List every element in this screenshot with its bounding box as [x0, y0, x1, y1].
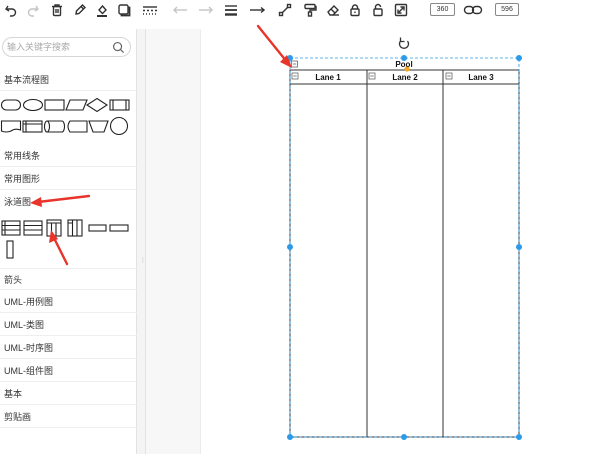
- rectangle-shape[interactable]: [44, 99, 65, 111]
- fill-color-icon[interactable]: [93, 2, 111, 18]
- section-common-shapes[interactable]: 常用图形: [0, 168, 137, 190]
- parallelogram-shape[interactable]: [65, 99, 88, 111]
- section-label: 常用图形: [4, 174, 41, 184]
- section-label: UML-用例图: [4, 297, 53, 307]
- section-label: 基本: [4, 389, 23, 399]
- rotate-input[interactable]: 360: [430, 3, 455, 16]
- horizontal-pool-shape[interactable]: [1, 220, 21, 236]
- section-uml-class[interactable]: UML-类图: [0, 314, 137, 336]
- waypoint-icon[interactable]: [276, 2, 294, 18]
- section-uml-component[interactable]: UML-组件图: [0, 360, 137, 382]
- section-uml-sequence[interactable]: UML-时序图: [0, 337, 137, 359]
- section-label: UML-时序图: [4, 343, 53, 353]
- line-weight-icon[interactable]: [222, 2, 240, 18]
- section-label: UML-组件图: [4, 366, 53, 376]
- section-label: 常用线条: [4, 151, 41, 161]
- process-shape[interactable]: [109, 99, 130, 111]
- section-label: 剪贴画: [4, 412, 32, 422]
- lock-icon[interactable]: [346, 2, 364, 18]
- vertical-pool-shape[interactable]: [46, 219, 62, 237]
- toolbar: 360 596: [0, 0, 600, 22]
- shadow-icon[interactable]: [115, 2, 133, 18]
- document-shape[interactable]: [0, 120, 22, 133]
- circle-shape[interactable]: [109, 116, 129, 136]
- stored-data-shape[interactable]: [67, 120, 88, 133]
- connector-arrow-icon[interactable]: [247, 2, 267, 18]
- vertical-lanes-shape[interactable]: [67, 219, 83, 237]
- page-edge: [200, 29, 201, 454]
- diamond-shape[interactable]: [85, 97, 109, 113]
- swimlane-shapes: [0, 215, 137, 263]
- section-common-lines[interactable]: 常用线条: [0, 145, 137, 167]
- flowchart-shapes: [0, 93, 137, 139]
- sidebar-resize-handle[interactable]: ⋮: [137, 29, 146, 454]
- drawing-canvas[interactable]: [200, 29, 600, 454]
- lane-1-label[interactable]: Lane 1: [298, 73, 358, 82]
- format-painter-icon[interactable]: [301, 2, 319, 18]
- section-basic[interactable]: 基本: [0, 383, 137, 405]
- section-basic-flowchart[interactable]: 基本流程图: [0, 69, 137, 91]
- section-uml-usecase[interactable]: UML-用例图: [0, 291, 137, 313]
- horizontal-lane-shape[interactable]: [88, 224, 107, 232]
- dash-line-icon[interactable]: [140, 2, 160, 18]
- undo-icon[interactable]: [2, 2, 20, 18]
- search-icon[interactable]: [112, 41, 125, 54]
- redo-icon[interactable]: [24, 2, 42, 18]
- vertical-lane-shape[interactable]: [6, 240, 14, 259]
- lane-3-label[interactable]: Lane 3: [451, 73, 511, 82]
- delete-icon[interactable]: [48, 2, 66, 18]
- link-icon[interactable]: [461, 2, 485, 18]
- arrow-left-icon[interactable]: [170, 2, 190, 18]
- internal-storage-shape[interactable]: [22, 120, 43, 133]
- pen-icon[interactable]: [71, 2, 89, 18]
- shape-sidebar: 基本流程图 常用线条 常用图形 泳道图: [0, 29, 137, 454]
- fullscreen-icon[interactable]: [392, 2, 410, 18]
- trapezoid-shape[interactable]: [88, 120, 109, 133]
- section-arrows[interactable]: 箭头: [0, 268, 137, 290]
- horizontal-lanes-shape[interactable]: [23, 220, 43, 236]
- cylinder-shape[interactable]: [43, 120, 66, 133]
- unlock-icon[interactable]: [369, 2, 387, 18]
- section-label: 箭头: [4, 275, 23, 285]
- section-swimlane[interactable]: 泳道图: [0, 191, 137, 213]
- app-window: 360 596 基本流程图: [0, 0, 600, 454]
- section-label: 基本流程图: [4, 75, 50, 85]
- canvas-margin: [146, 29, 200, 454]
- search-input[interactable]: [7, 40, 107, 54]
- eraser-icon[interactable]: [324, 2, 342, 18]
- rounded-rect-shape[interactable]: [0, 99, 22, 111]
- lane-2-label[interactable]: Lane 2: [375, 73, 435, 82]
- section-label: 泳道图: [4, 197, 32, 207]
- search-box: [2, 37, 131, 57]
- section-clipart[interactable]: 剪贴画: [0, 406, 137, 428]
- size-input[interactable]: 596: [495, 3, 519, 16]
- section-label: UML-类图: [4, 320, 44, 330]
- arrow-right-icon[interactable]: [196, 2, 216, 18]
- horizontal-lane-2-shape[interactable]: [109, 224, 129, 232]
- ellipse-shape[interactable]: [22, 98, 44, 112]
- pool-title[interactable]: Pool: [384, 60, 424, 69]
